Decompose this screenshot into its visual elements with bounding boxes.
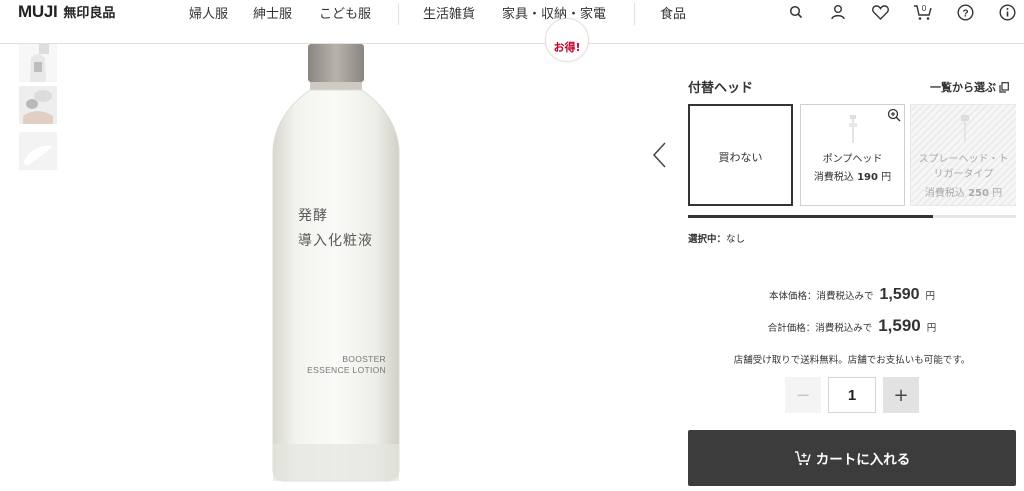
option-no-purchase[interactable]: 買わない (688, 104, 793, 206)
info-icon[interactable] (997, 2, 1017, 22)
options-scrollbar[interactable] (688, 215, 1016, 218)
bottle-label-line-2: 導入化粧液 (298, 233, 373, 249)
muji-logo[interactable]: MUJI 無印良品 (18, 2, 115, 22)
add-to-cart-button[interactable]: カートに入れる (688, 430, 1016, 486)
quantity-increase-button[interactable]: + (883, 377, 919, 413)
price-value: 250 (968, 188, 989, 199)
product-thumbnail-hand[interactable] (19, 86, 57, 124)
base-price: 本体価格：消費税込みで 1,590 円 (688, 286, 1016, 304)
nav-divider (634, 3, 635, 25)
account-icon[interactable] (828, 2, 848, 22)
shipping-note: 店舗受け取りで送料無料。店舗でお支払いも可能です。 (733, 355, 971, 366)
nav-item-kids[interactable]: こども服 (319, 3, 371, 22)
option-name: 買わない (718, 151, 763, 164)
total-price: 合計価格：消費税込みで 1,590 円 (688, 316, 1016, 336)
nav-item-mens[interactable]: 紳士服 (253, 3, 292, 22)
bottle-label-en-line-2: ESSENCE LOTION (307, 365, 386, 375)
options-prev-arrow[interactable] (650, 140, 670, 170)
select-from-list-link[interactable]: 一覧から選ぶ (930, 79, 1009, 95)
cart-icon[interactable]: 0 (913, 2, 933, 22)
option-name-line-2: リガータイプ (933, 169, 994, 180)
bottle-label-jp: 発酵 導入化粧液 (298, 204, 373, 254)
option-pump-head[interactable]: ポンプヘッド 消費税込 190 円 (800, 104, 905, 206)
nav-item-household[interactable]: 生活雑貨 (423, 3, 475, 22)
copy-icon (999, 81, 1009, 93)
total-price-label: 合計価格：消費税込みで (767, 323, 873, 334)
option-name-line-1: スプレーヘッド・ト (918, 154, 1009, 165)
select-from-list-label: 一覧から選ぶ (930, 81, 996, 94)
selection-label: 選択中： (688, 234, 727, 245)
selection-status: 選択中：なし (688, 231, 745, 245)
help-icon[interactable]: ? (955, 2, 975, 22)
product-thumbnail-texture[interactable] (19, 132, 57, 170)
selection-value: なし (726, 234, 746, 245)
search-icon[interactable] (786, 2, 806, 22)
svg-text:0: 0 (922, 4, 927, 13)
option-name: ポンプヘッド (822, 154, 883, 165)
zoom-icon[interactable] (887, 108, 901, 122)
nav-divider (398, 3, 399, 25)
bottle-label-en: BOOSTER ESSENCE LOTION (298, 354, 386, 376)
nav-item-food[interactable]: 食品 (660, 3, 686, 22)
product-image: 発酵 導入化粧液 BOOSTER ESSENCE LOTION (268, 44, 404, 487)
replacement-head-title: 付替ヘッド (688, 81, 754, 96)
quantity-input[interactable] (828, 377, 876, 413)
base-price-label: 本体価格：消費税込みで (768, 291, 874, 302)
total-price-value: 1,590 (878, 316, 921, 335)
yen-unit: 円 (925, 291, 936, 302)
nav-item-furniture[interactable]: 家具・収納・家電 (502, 3, 606, 22)
bottle-label-line-1: 発酵 (298, 208, 328, 224)
deal-badge: お得! (545, 18, 589, 62)
logo-text-en: MUJI (18, 2, 58, 21)
pump-head-image (849, 115, 857, 143)
svg-text:?: ? (962, 8, 968, 19)
options-scrollbar-thumb[interactable] (688, 215, 933, 218)
option-spray-head[interactable]: スプレーヘッド・ト リガータイプ 消費税込 250 円 (910, 104, 1016, 206)
option-name: スプレーヘッド・ト リガータイプ (911, 152, 1016, 182)
base-price-value: 1,590 (879, 286, 920, 303)
option-price: 消費税込 190 円 (801, 168, 904, 183)
spray-head-image (961, 115, 969, 141)
add-to-cart-label: カートに入れる (815, 452, 911, 468)
site-header: MUJI 無印良品 婦人服 紳士服 こども服 生活雑貨 家具・収納・家電 食品 … (0, 0, 1024, 44)
option-price: 消費税込 250 円 (911, 184, 1016, 199)
product-thumbnail-cap[interactable] (19, 44, 57, 82)
nav-item-womens[interactable]: 婦人服 (189, 3, 228, 22)
price-unit: 円 (877, 172, 892, 183)
bottle-label-en-line-1: BOOSTER (342, 354, 386, 364)
price-unit: 円 (988, 188, 1003, 199)
price-value: 190 (857, 172, 878, 183)
cart-plus-icon (794, 451, 811, 466)
logo-text-jp: 無印良品 (63, 6, 116, 21)
price-prefix: 消費税込 (813, 172, 858, 183)
quantity-decrease-button[interactable]: − (785, 377, 821, 413)
price-prefix: 消費税込 (924, 188, 969, 199)
yen-unit: 円 (926, 323, 937, 334)
favorite-icon[interactable] (870, 2, 890, 22)
